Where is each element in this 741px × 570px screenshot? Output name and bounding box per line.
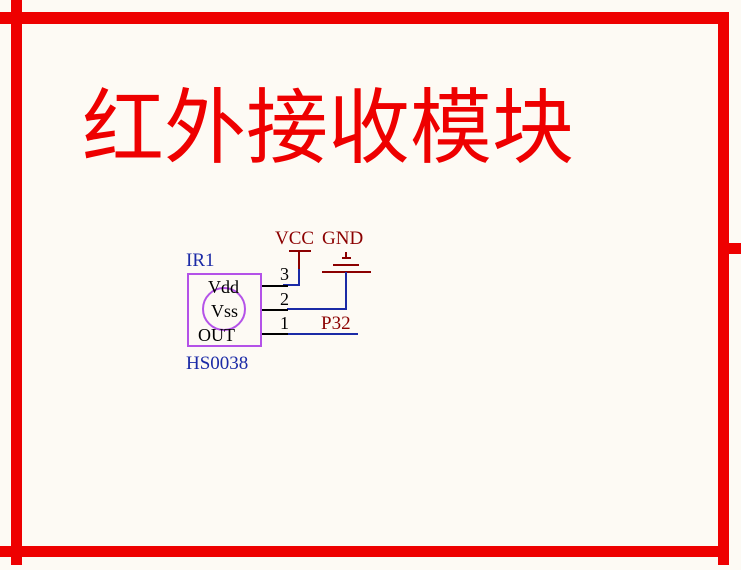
pin-label-vdd: Vdd — [208, 277, 239, 297]
pin2-number: 2 — [280, 289, 289, 309]
pin-label-vss: Vss — [211, 301, 238, 321]
schematic-svg: 红外接收模块 VCC GND 3 2 1 Vdd Vss OUT IR1 HS0… — [0, 0, 741, 565]
gnd-label: GND — [322, 228, 363, 249]
gnd-wire — [287, 272, 347, 310]
border-right — [718, 12, 729, 565]
gnd-symbol — [322, 252, 371, 273]
pin-label-out: OUT — [198, 325, 235, 345]
net-label-p32: P32 — [321, 313, 351, 334]
schematic-canvas: 红外接收模块 VCC GND 3 2 1 Vdd Vss OUT IR1 HS0… — [0, 0, 741, 565]
vcc-symbol — [289, 250, 311, 269]
component-part-number: HS0038 — [186, 353, 248, 374]
pin1-number: 1 — [280, 313, 289, 333]
vcc-label: VCC — [275, 228, 314, 249]
sheet-title: 红外接收模块 — [82, 81, 574, 176]
component-designator: IR1 — [186, 250, 215, 271]
border-top — [0, 12, 728, 24]
border-bottom — [0, 546, 728, 557]
border-left — [11, 0, 22, 565]
pin3-number: 3 — [280, 264, 289, 284]
border-marker — [729, 243, 741, 254]
